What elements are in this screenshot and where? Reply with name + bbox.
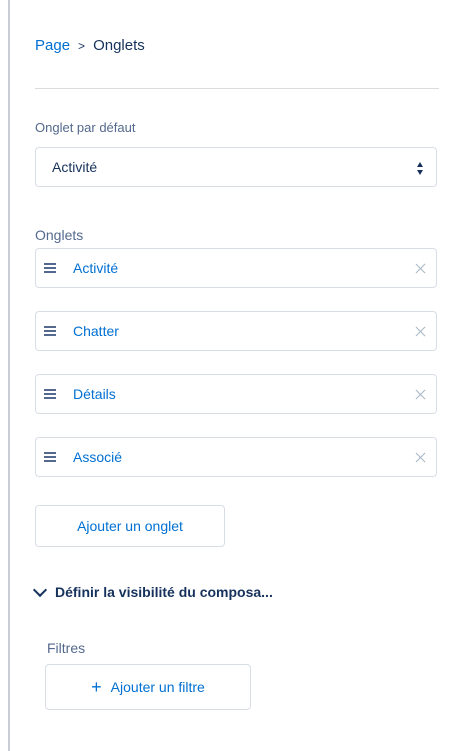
- panel-left-border: [0, 0, 10, 751]
- chevron-down-icon: [32, 582, 48, 597]
- tab-item-label[interactable]: Activité: [73, 260, 118, 276]
- drag-handle-icon[interactable]: [44, 263, 56, 273]
- visibility-section-title: Définir la visibilité du composa...: [55, 584, 273, 600]
- close-icon[interactable]: [414, 262, 427, 275]
- breadcrumb-separator: >: [78, 38, 86, 53]
- default-tab-select[interactable]: Activité: [35, 147, 437, 187]
- plus-icon: +: [91, 677, 102, 697]
- tab-item-associe[interactable]: Associé: [35, 437, 437, 477]
- close-icon[interactable]: [414, 325, 427, 338]
- breadcrumb-current: Onglets: [93, 37, 145, 54]
- tab-item-details[interactable]: Détails: [35, 374, 437, 414]
- tabs-label: Onglets: [35, 227, 84, 243]
- tab-item-label[interactable]: Détails: [73, 386, 116, 402]
- default-tab-label: Onglet par défaut: [35, 120, 136, 135]
- tab-item-activite[interactable]: Activité: [35, 248, 437, 288]
- tab-item-chatter[interactable]: Chatter: [35, 311, 437, 351]
- drag-handle-icon[interactable]: [44, 452, 56, 462]
- add-tab-button[interactable]: Ajouter un onglet: [35, 505, 225, 547]
- close-icon[interactable]: [414, 388, 427, 401]
- drag-handle-icon[interactable]: [44, 326, 56, 336]
- default-tab-select-value: Activité: [52, 159, 98, 175]
- close-icon[interactable]: [414, 451, 427, 464]
- header-divider: [35, 88, 439, 89]
- breadcrumb-link-page[interactable]: Page: [35, 37, 70, 54]
- properties-panel: Page > Onglets Onglet par défaut Activit…: [0, 0, 453, 751]
- breadcrumb: Page > Onglets: [35, 37, 145, 54]
- select-arrows-icon: [416, 159, 424, 177]
- add-filter-button[interactable]: + Ajouter un filtre: [45, 664, 251, 710]
- tab-item-label[interactable]: Associé: [73, 449, 122, 465]
- drag-handle-icon[interactable]: [44, 389, 56, 399]
- add-filter-label: Ajouter un filtre: [110, 679, 205, 695]
- visibility-section-toggle[interactable]: Définir la visibilité du composa...: [32, 582, 273, 600]
- tab-item-label[interactable]: Chatter: [73, 323, 119, 339]
- filters-label: Filtres: [47, 640, 86, 656]
